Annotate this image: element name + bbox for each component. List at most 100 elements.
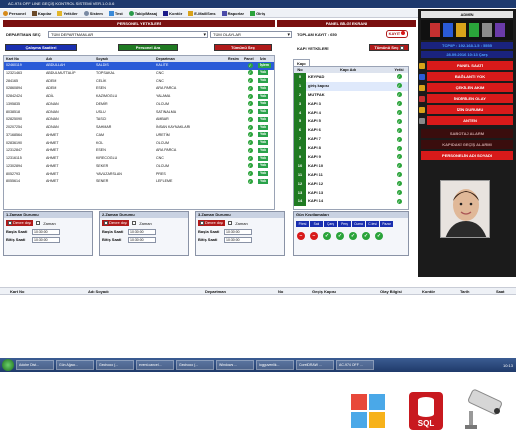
kapi-row[interactable]: 6 KAPI 6 ✓: [294, 126, 408, 136]
day-cuma[interactable]: Cuma: [352, 221, 365, 227]
menu-raporlar[interactable]: Raporlar: [221, 10, 244, 16]
devre-disi-toggle[interactable]: Devre dışı: [102, 220, 130, 226]
check-icon[interactable]: ✓: [396, 136, 402, 142]
kapi-yetki[interactable]: ✓: [390, 82, 408, 91]
cell-izin[interactable]: Yok: [258, 178, 274, 186]
bitis-saati-input[interactable]: 10:30:00: [128, 237, 156, 243]
chart-icon[interactable]: [455, 23, 466, 37]
baglanti-yok-button[interactable]: BAĞLANTI YOK: [427, 72, 513, 81]
minus-icon[interactable]: −: [297, 232, 305, 240]
taskbar-item[interactable]: Gechooo (...: [176, 360, 214, 370]
tumunu-sec-checkbox[interactable]: [399, 45, 404, 50]
cell-izin[interactable]: Yok: [258, 101, 274, 109]
menu-kapilar[interactable]: Kapılar: [31, 10, 51, 16]
menu-giris[interactable]: Giriş: [250, 10, 265, 16]
izin-badge[interactable]: Yok: [258, 132, 269, 138]
table-row[interactable]: 20207254 ADNAN SAHMAR İNSAN KAYNAKLARI ✓ Yok: [4, 124, 274, 132]
day-pers[interactable]: Perş: [338, 221, 351, 227]
baslama-saati-input[interactable]: 10:30:00: [32, 229, 60, 235]
log-col-kontor[interactable]: Kontör: [422, 288, 452, 294]
kapi-yetki[interactable]: ✓: [390, 135, 408, 144]
check-icon[interactable]: ✓: [396, 154, 402, 160]
cell-izin[interactable]: Yok: [258, 155, 274, 163]
personelin-adi-soyadi-button[interactable]: PERSONELİN ADI SOYADI: [421, 151, 513, 160]
check-icon[interactable]: ✓: [396, 110, 402, 115]
panel-saati-button[interactable]: PANEL SAATİ: [427, 61, 513, 70]
izin-badge[interactable]: Yok: [258, 85, 269, 91]
table-row[interactable]: 02460119 ABDULLAH SALDIS KALİTE ✓ İşlem: [4, 62, 274, 70]
log-col-saat[interactable]: Saat: [486, 288, 516, 294]
kapi-yetki[interactable]: ✓: [390, 180, 408, 189]
check-icon[interactable]: ✓: [396, 145, 402, 151]
izin-badge[interactable]: İşlem: [258, 62, 271, 68]
cell-izin[interactable]: Yok: [258, 109, 274, 117]
izin-badge[interactable]: Yok: [258, 78, 269, 84]
menu-kontor[interactable]: Kontör: [163, 10, 182, 16]
check-icon[interactable]: ✓: [396, 118, 402, 124]
calisma-saatleri-button[interactable]: Çalışma Saatleri: [5, 44, 77, 51]
taskbar-item[interactable]: Adobe Dist...: [16, 360, 54, 370]
taskbar-item[interactable]: AC-974 OFF ...: [336, 360, 374, 370]
kapi-row[interactable]: 14 KAPI 14 ✓: [294, 197, 408, 207]
cell-izin[interactable]: Yok: [258, 70, 274, 78]
table-row[interactable]: 12312847 AHMET ESEN ARA PARCA ✓ Yok: [4, 147, 274, 155]
kapi-yetki[interactable]: ✓: [390, 144, 408, 153]
izin-badge[interactable]: Yok: [258, 140, 269, 146]
log-col-departman[interactable]: Departman: [180, 288, 275, 294]
izin-badge[interactable]: Yok: [258, 93, 269, 99]
day-pazar[interactable]: Pazar: [380, 221, 393, 227]
table-row[interactable]: 284165 ADEM CELİK CNC ✓ Yok: [4, 78, 274, 86]
izin-durumu-button[interactable]: İZİN DURUMU: [427, 105, 513, 114]
table-row[interactable]: 02842424 ADİL KAZIMOGLU YALAMA ✓ Yok: [4, 93, 274, 101]
minus-icon[interactable]: −: [310, 232, 318, 240]
taskbar-item[interactable]: Gechooo (...: [96, 360, 134, 370]
check-icon[interactable]: ✓: [396, 101, 402, 107]
sabotaj-alarm-button[interactable]: SABOTAJ ALARM: [421, 129, 513, 138]
table-row[interactable]: 37168564 AHMET CAM URETİM ✓ Yok: [4, 132, 274, 140]
indirilen-olay-button[interactable]: İNDİRİLEN OLAY: [427, 94, 513, 103]
kapi-yetki[interactable]: ✓: [390, 189, 408, 198]
cell-izin[interactable]: İşlem: [258, 62, 274, 70]
departman-select[interactable]: TÜM DEPARTMANLAR: [48, 31, 208, 38]
menu-personel[interactable]: Personel: [3, 10, 26, 16]
network-icon[interactable]: [468, 23, 479, 37]
table-row[interactable]: 02836190 AHMET KOL OLCUM ✓ Yok: [4, 140, 274, 148]
taskbar-item[interactable]: CorelDRAW ...: [296, 360, 334, 370]
devre-disi-checkbox[interactable]: [200, 221, 204, 225]
kapi-row[interactable]: 1 giriş kapısı ✓: [294, 81, 408, 91]
check-icon[interactable]: ✓: [375, 232, 383, 240]
menu-email[interactable]: E-Mail/Sms: [188, 10, 216, 16]
devre-disi-checkbox[interactable]: [8, 221, 12, 225]
cell-izin[interactable]: Yok: [258, 163, 274, 171]
menu-sistem[interactable]: Sistem: [83, 10, 103, 16]
zaman-checkbox[interactable]: [132, 221, 137, 225]
kapi-row[interactable]: 0 KEYPAD ✓: [294, 73, 408, 82]
tab-kapi[interactable]: Kapı: [293, 59, 310, 66]
kapi-yetki[interactable]: ✓: [390, 162, 408, 171]
kapi-row[interactable]: 5 KAPI 5 ✓: [294, 117, 408, 127]
kapi-row[interactable]: 9 KAPI 9 ✓: [294, 153, 408, 162]
kayit-button[interactable]: KAYIT: [386, 30, 408, 38]
izin-badge[interactable]: Yok: [258, 101, 269, 107]
check-icon[interactable]: ✓: [396, 83, 402, 89]
taskbar-item[interactable]: logguvenlik...: [256, 360, 294, 370]
zaman-checkbox[interactable]: [36, 221, 41, 225]
log-col-no[interactable]: No: [275, 288, 310, 294]
table-row[interactable]: 12302894 AHMET SEKER OLCUM ✓ Yok: [4, 163, 274, 171]
check-icon[interactable]: ✓: [396, 172, 402, 178]
tumunu-sec-button[interactable]: Tümünü Seç: [214, 44, 272, 51]
kapi-row[interactable]: 10 KAPI 10 ✓: [294, 161, 408, 171]
menu-yetkiler[interactable]: Yetkiler: [57, 10, 78, 16]
devre-disi-checkbox[interactable]: [104, 221, 108, 225]
day-ptesi[interactable]: P.tesi: [296, 221, 309, 227]
kapi-row[interactable]: 2 MUTFAK ✓: [294, 90, 408, 100]
bitis-saati-input[interactable]: 10:30:00: [224, 237, 252, 243]
table-row[interactable]: 8055614 AHMET SENER LEFLEME ✓ Yok: [4, 178, 274, 186]
settings-icon[interactable]: [494, 23, 505, 37]
personel-ara-button[interactable]: Personel Ara: [118, 44, 178, 51]
kapi-tumunu-sec-button[interactable]: Tümünü Seç: [369, 44, 409, 51]
izin-badge[interactable]: Yok: [258, 116, 269, 122]
izin-badge[interactable]: Yok: [258, 109, 269, 115]
monitor-icon[interactable]: [481, 23, 492, 37]
cell-izin[interactable]: Yok: [258, 93, 274, 101]
